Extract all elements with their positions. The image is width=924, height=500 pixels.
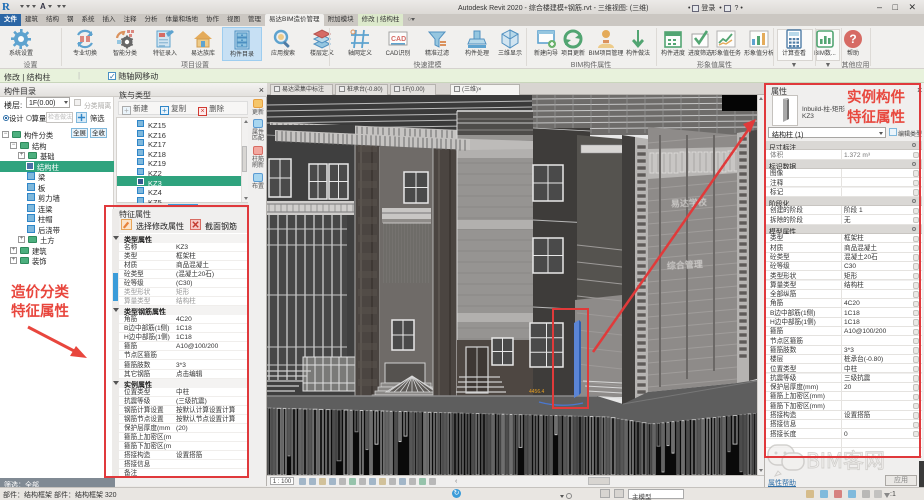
svg-text:?: ? <box>849 32 856 46</box>
svg-text:4456.4: 4456.4 <box>529 389 545 395</box>
svg-text:R: R <box>2 1 11 12</box>
svg-text:CAD: CAD <box>391 36 406 43</box>
